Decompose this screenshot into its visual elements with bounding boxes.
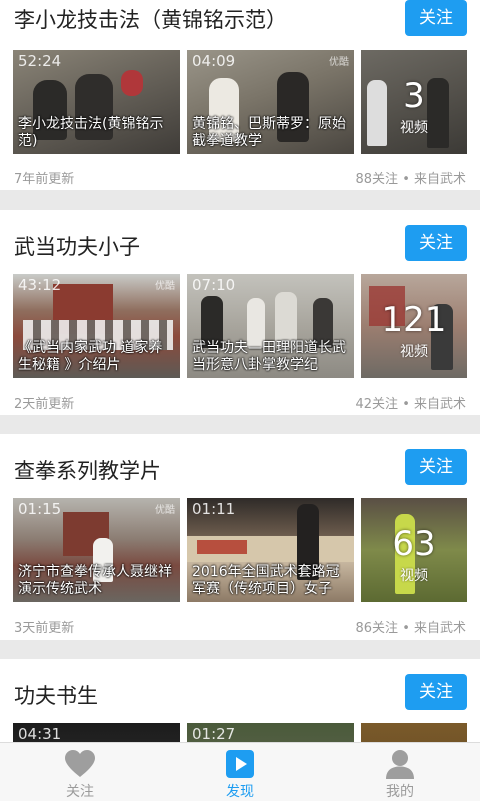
channel-title[interactable]: 李小龙技击法（黄锦铭示范）: [14, 4, 287, 34]
tab-following[interactable]: 关注: [0, 743, 160, 801]
channel-title[interactable]: 功夫书生: [14, 680, 98, 710]
channel-card: 武当功夫小子 关注 43:12 优酷 《武当内家武功 道家养生秘籍 》介绍片 0…: [0, 210, 480, 415]
video-caption: 济宁市查拳传承人聂继祥演示传统武术: [18, 564, 172, 597]
channel-stats: 88关注 • 来自武术: [355, 172, 466, 187]
video-thumbnail[interactable]: 07:10 武当功夫—田理阳道长武当形意八卦掌教学纪: [187, 274, 354, 378]
tab-label: 发现: [226, 784, 254, 800]
channel-title[interactable]: 武当功夫小子: [14, 231, 140, 261]
video-count: 63: [392, 524, 436, 564]
follow-button[interactable]: 关注: [405, 225, 467, 261]
more-videos-tile[interactable]: 3 视频: [361, 50, 467, 154]
channel-card: 功夫书生 关注 04:31 01:27: [0, 659, 480, 742]
more-videos-tile[interactable]: 63 视频: [361, 498, 467, 602]
video-watermark: 优酷: [155, 281, 175, 292]
video-thumbnail[interactable]: 01:11 2016年全国武术套路冠军赛（传统项目）女子: [187, 498, 354, 602]
heart-icon: [65, 750, 95, 777]
follow-button[interactable]: 关注: [405, 449, 467, 485]
video-duration: 01:11: [192, 500, 236, 518]
video-duration: 04:09: [192, 52, 236, 70]
tab-discover[interactable]: 发现: [160, 743, 320, 801]
video-duration: 01:27: [192, 725, 236, 742]
tab-label: 关注: [66, 784, 94, 800]
channel-feed[interactable]: 李小龙技击法（黄锦铭示范） 关注 52:24 李小龙技击法(黄锦铭示范) 04:…: [0, 0, 480, 742]
video-thumbnail[interactable]: 04:09 优酷 黄锦铭、巴斯蒂罗：原始截拳道教学: [187, 50, 354, 154]
video-caption: 《武当内家武功 道家养生秘籍 》介绍片: [18, 340, 163, 373]
video-thumbnail[interactable]: 43:12 优酷 《武当内家武功 道家养生秘籍 》介绍片: [13, 274, 180, 378]
channel-stats: 42关注 • 来自武术: [355, 397, 466, 412]
more-videos-tile[interactable]: [361, 723, 467, 742]
channel-title[interactable]: 查拳系列教学片: [14, 455, 161, 485]
video-count-label: 视频: [400, 344, 428, 360]
video-count: 3: [403, 76, 425, 116]
channel-stats: 86关注 • 来自武术: [355, 621, 466, 636]
channel-card: 查拳系列教学片 关注 01:15 优酷 济宁市查拳传承人聂继祥演示传统武术 01…: [0, 434, 480, 640]
updated-time: 2天前更新: [14, 397, 75, 412]
tab-mine[interactable]: 我的: [320, 743, 480, 801]
video-count-label: 视频: [400, 568, 428, 584]
user-icon: [386, 750, 414, 779]
video-caption: 黄锦铭、巴斯蒂罗：原始截拳道教学: [192, 116, 346, 149]
follow-button[interactable]: 关注: [405, 674, 467, 710]
video-caption: 李小龙技击法(黄锦铭示范): [18, 116, 164, 149]
video-caption: 武当功夫—田理阳道长武当形意八卦掌教学纪: [192, 340, 346, 373]
video-caption: 2016年全国武术套路冠军赛（传统项目）女子: [192, 564, 340, 597]
channel-card: 李小龙技击法（黄锦铭示范） 关注 52:24 李小龙技击法(黄锦铭示范) 04:…: [0, 0, 480, 190]
video-thumbnail[interactable]: 04:31: [13, 723, 180, 742]
play-icon: [226, 750, 254, 778]
video-watermark: 优酷: [329, 57, 349, 68]
video-thumbnail[interactable]: 01:27: [187, 723, 354, 742]
follow-button[interactable]: 关注: [405, 0, 467, 36]
video-thumbnail[interactable]: 52:24 李小龙技击法(黄锦铭示范): [13, 50, 180, 154]
video-watermark: 优酷: [155, 505, 175, 516]
video-duration: 07:10: [192, 276, 236, 294]
updated-time: 7年前更新: [14, 172, 75, 187]
more-videos-tile[interactable]: 121 视频: [361, 274, 467, 378]
bottom-tab-bar: 关注 发现 我的: [0, 742, 480, 801]
video-duration: 01:15: [18, 500, 62, 518]
video-duration: 52:24: [18, 52, 62, 70]
updated-time: 3天前更新: [14, 621, 75, 636]
video-thumbnail[interactable]: 01:15 优酷 济宁市查拳传承人聂继祥演示传统武术: [13, 498, 180, 602]
video-count: 121: [381, 300, 447, 340]
video-count-label: 视频: [400, 120, 428, 136]
video-duration: 43:12: [18, 276, 62, 294]
video-duration: 04:31: [18, 725, 62, 742]
tab-label: 我的: [386, 784, 414, 800]
